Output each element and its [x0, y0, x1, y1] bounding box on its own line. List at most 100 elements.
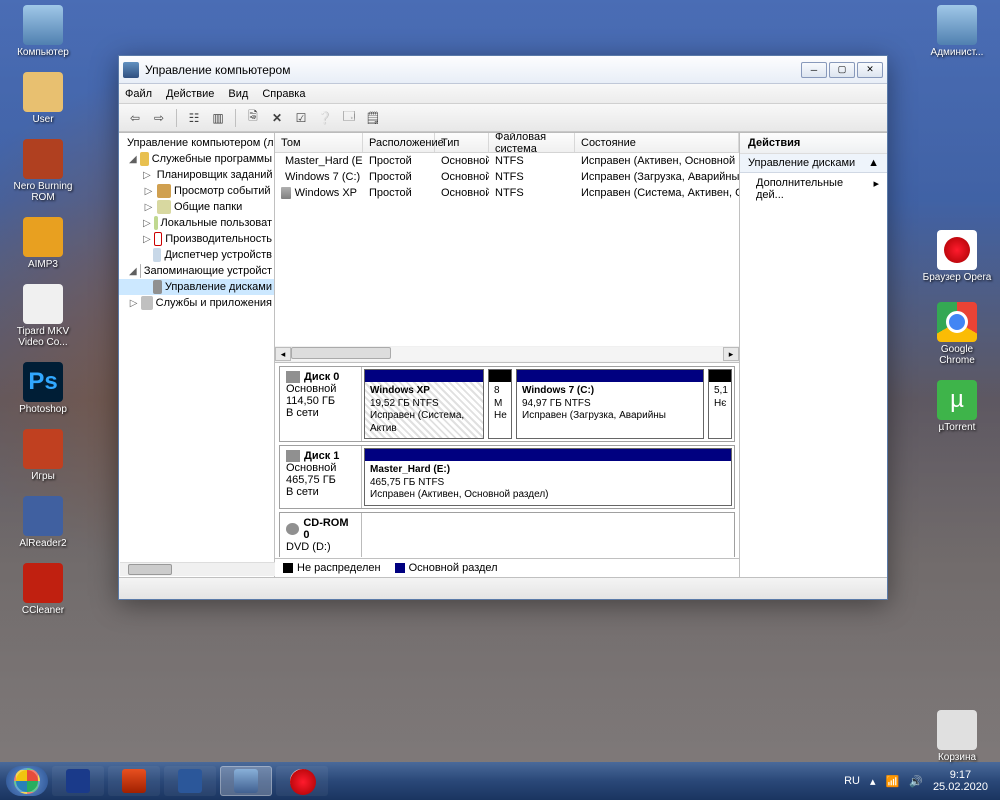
col-layout[interactable]: Расположение [363, 133, 435, 152]
network-icon[interactable]: 📶 [886, 775, 900, 788]
menu-action[interactable]: Действие [166, 88, 214, 100]
chevron-right-icon: ▸ [873, 177, 879, 201]
volume-list-header: Том Расположение Тип Файловая система Со… [275, 133, 739, 153]
desktop-icon-aimp3[interactable]: AIMP3 [8, 217, 78, 270]
partition-windows-7[interactable]: Windows 7 (C:)94,97 ГБ NTFSИсправен (Заг… [516, 369, 704, 439]
taskbar-item-compmgmt[interactable] [220, 766, 272, 796]
desktop-icon-tipard-mkv-video-co-[interactable]: Tipard MKV Video Co... [8, 284, 78, 348]
menu-file[interactable]: Файл [125, 88, 152, 100]
cd-rom-0[interactable]: CD-ROM 0 DVD (D:) [279, 512, 735, 557]
volume-list: Master_Hard (E:)ПростойОсновнойNTFSИспра… [275, 153, 739, 346]
desktop-icon--torrent[interactable]: µµTorrent [922, 380, 992, 433]
toolbar: ⇦ ⇨ ☷ ▥ 🗟 ✕ ☑ ❔ 🗔 🗒 [119, 104, 887, 132]
tree-services[interactable]: ▷Службы и приложения [119, 295, 274, 311]
col-fs[interactable]: Файловая система [489, 133, 575, 152]
windows-orb-icon [14, 768, 40, 794]
disk-1[interactable]: Диск 1 Основной465,75 ГБВ сети Master_Ha… [279, 445, 735, 509]
tree-hscroll[interactable] [120, 562, 275, 576]
aimp-icon [23, 217, 63, 257]
desktop-icon-ccleaner[interactable]: CCleaner [8, 563, 78, 616]
close-button[interactable]: ✕ [857, 62, 883, 78]
volume-list-scrollbar[interactable]: ◂▸ [275, 346, 739, 362]
forward-button[interactable]: ⇨ [149, 108, 169, 128]
desktop-icon-браузер-opera[interactable]: Браузер Opera [922, 230, 992, 283]
tree-storage[interactable]: ◢Запоминающие устройст [119, 263, 274, 279]
partition-windows-xp[interactable]: Windows XP19,52 ГБ NTFSИсправен (Система… [364, 369, 484, 439]
settings-button[interactable]: 🗒 [363, 108, 383, 128]
volume-icon [281, 187, 291, 199]
actions-section-disk-mgmt[interactable]: Управление дисками▲ [740, 154, 887, 173]
volume-icon[interactable]: 🔊 [909, 775, 923, 788]
utorrent-icon: µ [937, 380, 977, 420]
disk-0[interactable]: Диск 0 Основной114,50 ГБВ сети Windows X… [279, 366, 735, 442]
volume-row[interactable]: Windows 7 (C:)ПростойОсновнойNTFSИсправе… [275, 169, 739, 185]
language-indicator[interactable]: RU [844, 775, 860, 787]
taskbar-item-nero[interactable] [108, 766, 160, 796]
col-status[interactable]: Состояние [575, 133, 739, 152]
desktop-icon-админист-[interactable]: Админист... [922, 5, 992, 58]
chrome-icon [937, 302, 977, 342]
tree-system-tools[interactable]: ◢Служебные программы [119, 151, 274, 167]
refresh-button[interactable]: 🗟 [243, 108, 263, 128]
titlebar[interactable]: Управление компьютером ─ ▢ ✕ [119, 56, 887, 84]
action-button[interactable]: 🗔 [339, 108, 359, 128]
tree-performance[interactable]: ▷Производительность [119, 231, 274, 247]
tree-task-scheduler[interactable]: ▷Планировщик заданий [119, 167, 274, 183]
minimize-button[interactable]: ─ [801, 62, 827, 78]
menu-view[interactable]: Вид [228, 88, 248, 100]
clock[interactable]: 9:1725.02.2020 [933, 769, 988, 793]
app-icon [123, 62, 139, 78]
back-button[interactable]: ⇦ [125, 108, 145, 128]
disk-icon [286, 371, 300, 383]
computer-icon [23, 5, 63, 45]
ccleaner-icon [23, 563, 63, 603]
start-button[interactable] [6, 766, 48, 796]
partition-master-hard[interactable]: Master_Hard (E:)465,75 ГБ NTFSИсправен (… [364, 448, 732, 506]
tree-device-manager[interactable]: Диспетчер устройств [119, 247, 274, 263]
tree-shared-folders[interactable]: ▷Общие папки [119, 199, 274, 215]
maximize-button[interactable]: ▢ [829, 62, 855, 78]
mkv-icon [23, 284, 63, 324]
volume-row[interactable]: Master_Hard (E:)ПростойОсновнойNTFSИспра… [275, 153, 739, 169]
col-volume[interactable]: Том [275, 133, 363, 152]
desktop-icon-alreader2[interactable]: AlReader2 [8, 496, 78, 549]
taskbar-item-opera[interactable] [276, 766, 328, 796]
volume-row[interactable]: Windows XPПростойОсновнойNTFSИсправен (С… [275, 185, 739, 201]
desktop-icon-корзина[interactable]: Корзина [922, 710, 992, 763]
show-hide-tree-button[interactable]: ▥ [208, 108, 228, 128]
delete-button[interactable]: ✕ [267, 108, 287, 128]
partition-unalloc-1[interactable]: 8 МНе [488, 369, 512, 439]
partition-unalloc-2[interactable]: 5,1Нє [708, 369, 732, 439]
desktop-icon-nero-burning-rom[interactable]: Nero Burning ROM [8, 139, 78, 203]
tray-chevron-icon[interactable]: ▴ [870, 775, 876, 788]
desktop-icon-google-chrome[interactable]: Google Chrome [922, 302, 992, 366]
reader-icon [23, 496, 63, 536]
nero-icon [23, 139, 63, 179]
taskbar-item-word[interactable] [164, 766, 216, 796]
taskbar-item-save[interactable] [52, 766, 104, 796]
tree-pane: Управление компьютером (л ◢Служебные про… [119, 133, 275, 577]
statusbar [119, 577, 887, 599]
desktop-icon-user[interactable]: User [8, 72, 78, 125]
middle-pane: Том Расположение Тип Файловая система Со… [275, 133, 739, 577]
tree-disk-management[interactable]: Управление дисками [119, 279, 274, 295]
tree-event-viewer[interactable]: ▷Просмотр событий [119, 183, 274, 199]
properties-button[interactable]: ☑ [291, 108, 311, 128]
system-tray: RU ▴ 📶 🔊 9:1725.02.2020 [844, 769, 994, 793]
desktop-icon-photoshop[interactable]: PsPhotoshop [8, 362, 78, 415]
ps-icon: Ps [23, 362, 63, 402]
desktop-icon-игры[interactable]: Игры [8, 429, 78, 482]
tree-root[interactable]: Управление компьютером (л [119, 135, 274, 151]
actions-pane: Действия Управление дисками▲ Дополнитель… [739, 133, 887, 577]
tree-local-users[interactable]: ▷Локальные пользоват [119, 215, 274, 231]
opera-icon [937, 230, 977, 270]
desktop-icon-компьютер[interactable]: Компьютер [8, 5, 78, 58]
desktop-icons-left: Компьютер User Nero Burning ROM AIMP3 Tipard… [8, 5, 78, 616]
help-button[interactable]: ❔ [315, 108, 335, 128]
up-button[interactable]: ☷ [184, 108, 204, 128]
disk-icon [286, 450, 300, 462]
bin-icon [937, 710, 977, 750]
actions-more[interactable]: Дополнительные дей...▸ [740, 173, 887, 205]
menu-help[interactable]: Справка [262, 88, 305, 100]
col-type[interactable]: Тип [435, 133, 489, 152]
